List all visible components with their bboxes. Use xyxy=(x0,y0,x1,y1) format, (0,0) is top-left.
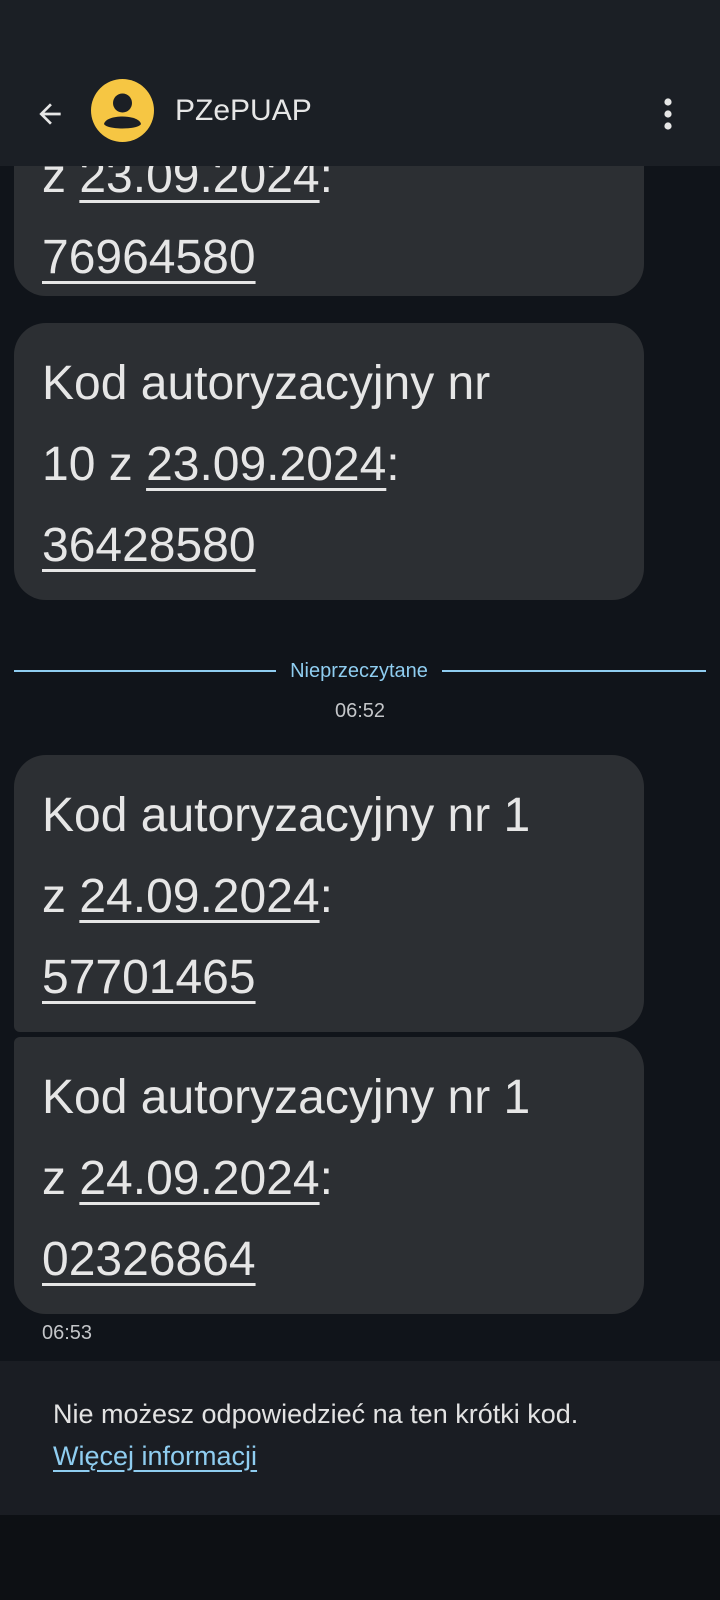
message-punctuation: : xyxy=(319,1152,333,1205)
divider-line xyxy=(442,670,706,672)
date-link[interactable]: 24.09.2024 xyxy=(79,1152,319,1205)
reply-disabled-notice: Nie możesz odpowiedzieć na ten krótki ko… xyxy=(53,1399,579,1429)
date-link[interactable]: 23.09.2024 xyxy=(146,438,386,491)
message-timestamp: 06:53 xyxy=(42,1322,93,1344)
app-bar: PZePUAP xyxy=(0,60,720,166)
conversation[interactable]: z 23.09.2024: 76964580 Kod autoryzacyjny… xyxy=(0,0,720,1360)
message-text: Kod autoryzacyjny nr 1 xyxy=(42,789,531,842)
message-text: Kod autoryzacyjny nr 1 xyxy=(42,1071,531,1124)
message-text: z xyxy=(42,870,80,923)
unread-divider: Nieprzeczytane xyxy=(14,656,706,686)
avatar[interactable] xyxy=(91,79,154,142)
message-bubble[interactable]: Kod autoryzacyjny nr 1 z 24.09.2024: 577… xyxy=(14,755,644,1032)
code-link[interactable]: 76964580 xyxy=(42,231,256,284)
navigation-area xyxy=(0,1515,720,1600)
person-icon xyxy=(104,93,141,129)
more-vert-icon xyxy=(664,98,672,130)
divider-line xyxy=(14,670,276,672)
message-text: z xyxy=(42,1152,80,1205)
date-link[interactable]: 24.09.2024 xyxy=(79,870,319,923)
reply-disabled-footer: Nie możesz odpowiedzieć na ten krótki ko… xyxy=(0,1361,720,1515)
arrow-back-icon xyxy=(39,103,61,125)
message-punctuation: : xyxy=(319,870,333,923)
more-options-button[interactable] xyxy=(648,86,688,142)
contact-name[interactable]: PZePUAP xyxy=(175,90,312,132)
unread-label: Nieprzeczytane xyxy=(290,660,428,682)
more-info-link[interactable]: Więcej informacji xyxy=(53,1441,257,1472)
back-button[interactable] xyxy=(24,88,76,140)
message-timestamp: 06:52 xyxy=(334,700,386,722)
message-punctuation: : xyxy=(386,438,400,491)
message-text: Kod autoryzacyjny nr xyxy=(42,357,491,410)
code-link[interactable]: 02326864 xyxy=(42,1233,256,1286)
message-bubble[interactable]: Kod autoryzacyjny nr 10 z 23.09.2024: 36… xyxy=(14,323,644,600)
message-bubble[interactable]: Kod autoryzacyjny nr 1 z 24.09.2024: 023… xyxy=(14,1037,644,1314)
message-text: 10 z xyxy=(42,438,147,491)
code-link[interactable]: 57701465 xyxy=(42,951,256,1004)
code-link[interactable]: 36428580 xyxy=(42,519,256,572)
